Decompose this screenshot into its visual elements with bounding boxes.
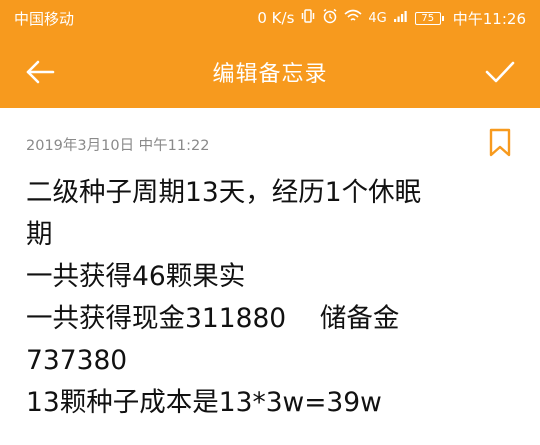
note-timestamp: 2019年3月10日 中午11:22 — [26, 138, 210, 154]
network-type: 4G — [368, 10, 387, 26]
status-bar: 中国移动 0 K/s 4G 75 中午11:26 — [0, 0, 540, 36]
vibrate-icon — [300, 8, 316, 28]
page-title: 编辑备忘录 — [212, 62, 328, 87]
note-text[interactable]: 二级种子周期13天，经历1个休眠 期 一共获得46颗果实 一共获得现金31188… — [26, 172, 516, 424]
arrow-left-icon[interactable] — [22, 54, 58, 90]
note-line: 737380 — [26, 345, 128, 376]
note-line: 期 — [26, 219, 53, 250]
note-line: 一共获得现金311880 储备金 — [26, 303, 400, 334]
network-speed: 0 K/s — [257, 9, 295, 27]
checkmark-icon[interactable] — [482, 54, 518, 90]
bookmark-icon[interactable] — [488, 128, 512, 158]
battery-icon: 75 — [414, 11, 444, 25]
note-line: 13颗种子成本是13*3w=39w — [26, 387, 382, 418]
note-meta: 2019年3月10日 中午11:22 — [26, 128, 518, 158]
signal-icon — [393, 9, 409, 27]
note-editor: 2019年3月10日 中午11:22 二级种子周期13天，经历1个休眠 期 一共… — [0, 108, 540, 445]
alarm-icon — [322, 8, 338, 28]
status-indicators: 0 K/s 4G 75 中午11:26 — [257, 8, 526, 29]
clock: 中午11:26 — [452, 9, 526, 28]
note-line: 一共获得46颗果实 — [26, 261, 246, 292]
app-bar: 编辑备忘录 — [0, 36, 540, 108]
note-line: 二级种子周期13天，经历1个休眠 — [26, 177, 422, 208]
battery-level: 75 — [421, 12, 435, 24]
carrier-label: 中国移动 — [14, 9, 75, 28]
wifi-icon — [344, 9, 362, 27]
